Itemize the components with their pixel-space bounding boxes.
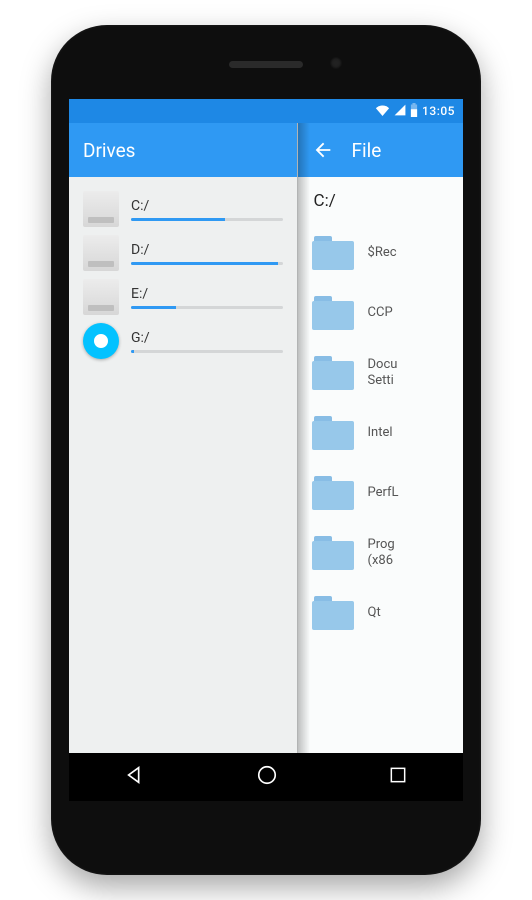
drive-info: G:/: [131, 330, 283, 353]
back-icon[interactable]: [312, 139, 334, 161]
drive-hdd-icon: [83, 279, 119, 315]
drive-hdd-icon: [83, 235, 119, 271]
drives-list: C:/ D:/ E:/ G:/: [69, 177, 297, 373]
drives-pane: Drives C:/ D:/ E:/ G:/: [69, 123, 298, 753]
drive-optical-icon: [83, 323, 119, 359]
drive-usage-fill: [131, 218, 225, 221]
nav-bar: [69, 753, 463, 801]
folder-icon: [312, 416, 354, 450]
drive-label: E:/: [131, 286, 283, 302]
file-row[interactable]: Intel: [298, 403, 463, 463]
file-name: Docu Setti: [368, 357, 398, 390]
file-list: $Rec CCP Docu Setti Intel PerfL Prog (x86 Qt: [298, 223, 463, 643]
file-name: PerfL: [368, 485, 399, 501]
folder-icon: [312, 356, 354, 390]
file-row[interactable]: Docu Setti: [298, 343, 463, 403]
content-area: Drives C:/ D:/ E:/ G:/ File C:/ $Rec CCP Docu…: [69, 123, 463, 753]
drive-info: D:/: [131, 242, 283, 265]
nav-recents-button[interactable]: [388, 765, 408, 789]
drive-row[interactable]: C:/: [83, 191, 283, 227]
status-bar: 13:05: [69, 99, 463, 123]
nav-back-button[interactable]: [124, 764, 146, 790]
drive-usage-bar: [131, 262, 283, 265]
drive-info: C:/: [131, 198, 283, 221]
device-frame: 13:05 Drives C:/ D:/ E:/ G:/ File: [51, 25, 481, 875]
drive-usage-fill: [131, 262, 278, 265]
drive-usage-bar: [131, 350, 283, 353]
drive-row[interactable]: E:/: [83, 279, 283, 315]
drive-label: G:/: [131, 330, 283, 346]
drive-hdd-icon: [83, 191, 119, 227]
cellular-icon: [394, 104, 406, 119]
status-time: 13:05: [422, 104, 455, 118]
file-name: Qt: [368, 605, 381, 621]
files-pane: File C:/ $Rec CCP Docu Setti Intel PerfL Prog…: [298, 123, 463, 753]
drive-label: D:/: [131, 242, 283, 258]
drive-info: E:/: [131, 286, 283, 309]
drive-usage-fill: [131, 306, 176, 309]
file-row[interactable]: PerfL: [298, 463, 463, 523]
file-name: Prog (x86: [368, 537, 395, 570]
screen: 13:05 Drives C:/ D:/ E:/ G:/ File: [69, 99, 463, 801]
folder-icon: [312, 536, 354, 570]
drive-usage-bar: [131, 306, 283, 309]
file-row[interactable]: $Rec: [298, 223, 463, 283]
drives-appbar: Drives: [69, 123, 297, 177]
drive-row[interactable]: G:/: [83, 323, 283, 359]
folder-icon: [312, 476, 354, 510]
wifi-icon: [375, 104, 390, 119]
folder-icon: [312, 596, 354, 630]
nav-home-button[interactable]: [256, 764, 278, 790]
file-row[interactable]: CCP: [298, 283, 463, 343]
drives-title: Drives: [83, 139, 136, 162]
drive-usage-fill: [131, 350, 134, 353]
battery-icon: [410, 103, 418, 120]
current-path[interactable]: C:/: [298, 177, 463, 223]
files-appbar: File: [298, 123, 463, 177]
file-name: CCP: [368, 305, 393, 321]
file-name: $Rec: [368, 245, 397, 261]
file-row[interactable]: Qt: [298, 583, 463, 643]
files-title: File: [352, 139, 382, 162]
drive-usage-bar: [131, 218, 283, 221]
folder-icon: [312, 296, 354, 330]
file-name: Intel: [368, 425, 393, 441]
file-row[interactable]: Prog (x86: [298, 523, 463, 583]
drive-label: C:/: [131, 198, 283, 214]
drive-row[interactable]: D:/: [83, 235, 283, 271]
folder-icon: [312, 236, 354, 270]
